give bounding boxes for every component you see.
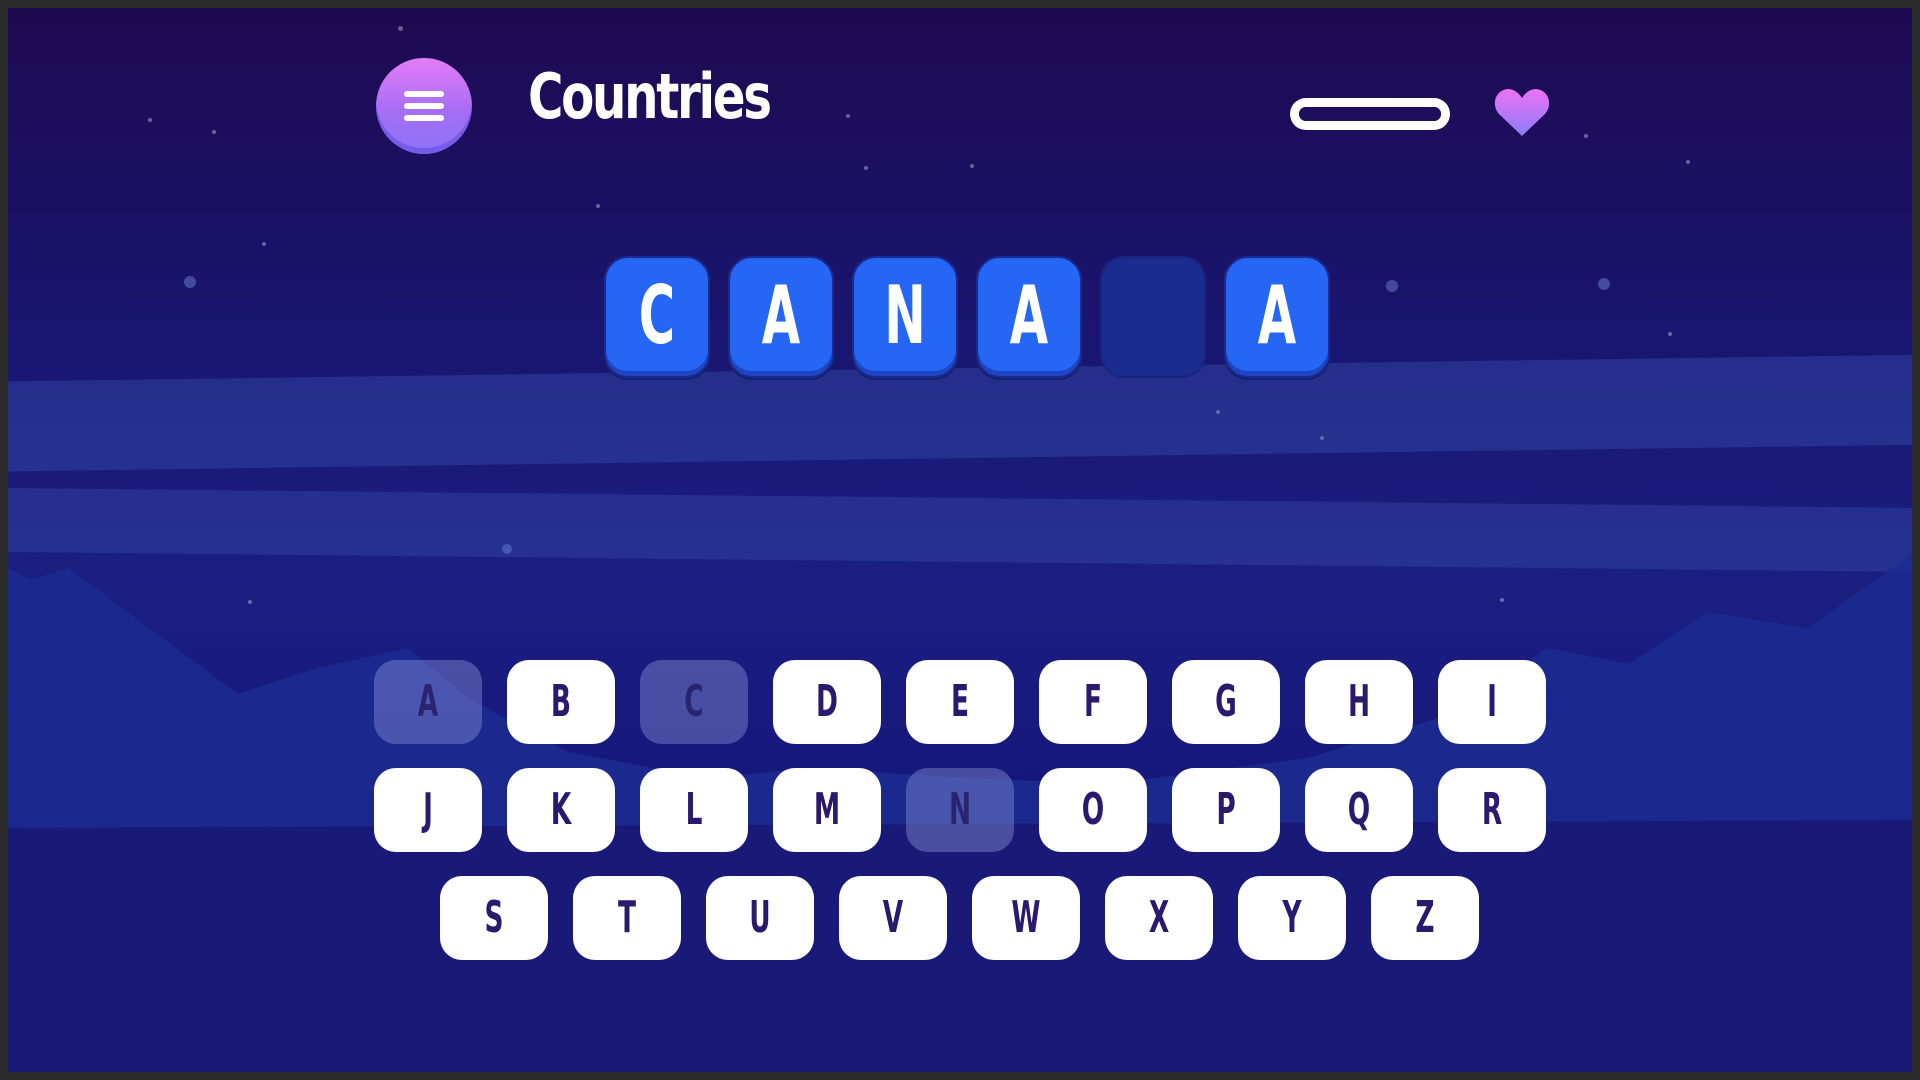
key-g[interactable]: G: [1172, 660, 1280, 744]
letter-tile: C: [604, 256, 710, 378]
key-label: Q: [1347, 784, 1371, 835]
key-j[interactable]: J: [374, 768, 482, 852]
lives-progress-bar: [1290, 98, 1450, 130]
lives-progress-track: [1299, 107, 1441, 121]
key-x[interactable]: X: [1105, 876, 1213, 960]
key-y[interactable]: Y: [1238, 876, 1346, 960]
key-label: X: [1148, 892, 1170, 943]
key-label: A: [417, 676, 439, 727]
key-p[interactable]: P: [1172, 768, 1280, 852]
letter-tile-char: A: [1009, 269, 1049, 362]
letter-tile-char: C: [638, 269, 676, 362]
key-i[interactable]: I: [1438, 660, 1546, 744]
hamburger-menu-icon: [404, 103, 444, 109]
key-v[interactable]: V: [839, 876, 947, 960]
game-screen: Countries CANAA ABCDEFGHIJKLMNOPQRSTUVWX…: [8, 8, 1912, 1072]
key-label: H: [1347, 676, 1371, 727]
key-label: K: [550, 784, 572, 835]
letter-tile: N: [852, 256, 958, 378]
letter-tile-empty: [1100, 256, 1206, 378]
key-q[interactable]: Q: [1305, 768, 1413, 852]
lives-progress-fill: [1299, 107, 1441, 121]
key-label: E: [950, 676, 970, 727]
key-r[interactable]: R: [1438, 768, 1546, 852]
key-h[interactable]: H: [1305, 660, 1413, 744]
key-label: Z: [1415, 892, 1435, 943]
mountain-silhouette: [8, 554, 1912, 1072]
key-label: P: [1216, 784, 1236, 835]
key-label: D: [816, 676, 838, 727]
key-label: R: [1481, 784, 1503, 835]
key-label: T: [617, 892, 636, 943]
key-k[interactable]: K: [507, 768, 615, 852]
hamburger-menu-icon: [404, 115, 444, 121]
key-label: G: [1215, 676, 1237, 727]
key-u[interactable]: U: [706, 876, 814, 960]
key-label: C: [684, 676, 704, 727]
key-e[interactable]: E: [906, 660, 1014, 744]
key-l[interactable]: L: [640, 768, 748, 852]
key-label: U: [749, 892, 771, 943]
key-a-used: A: [374, 660, 482, 744]
key-label: J: [423, 784, 433, 835]
letter-tile-char: A: [761, 269, 801, 362]
key-label: I: [1487, 676, 1497, 727]
key-w[interactable]: W: [972, 876, 1080, 960]
key-label: B: [550, 676, 572, 727]
key-c-used: C: [640, 660, 748, 744]
letter-tile-char: N: [884, 269, 926, 362]
letter-tile: A: [728, 256, 834, 378]
key-label: S: [484, 892, 504, 943]
letter-tile: A: [976, 256, 1082, 378]
hamburger-menu-icon: [404, 91, 444, 97]
key-label: O: [1081, 784, 1105, 835]
key-t[interactable]: T: [573, 876, 681, 960]
key-label: L: [685, 784, 703, 835]
letter-tile-char: A: [1257, 269, 1297, 362]
key-label: Y: [1282, 892, 1302, 943]
key-label: F: [1083, 676, 1103, 727]
key-z[interactable]: Z: [1371, 876, 1479, 960]
key-b[interactable]: B: [507, 660, 615, 744]
key-f[interactable]: F: [1039, 660, 1147, 744]
key-label: N: [948, 784, 972, 835]
key-s[interactable]: S: [440, 876, 548, 960]
key-label: M: [813, 784, 841, 835]
category-title: Countries: [528, 60, 772, 133]
heart-icon: [1494, 89, 1550, 136]
key-label: V: [882, 892, 904, 943]
key-d[interactable]: D: [773, 660, 881, 744]
key-m[interactable]: M: [773, 768, 881, 852]
key-o[interactable]: O: [1039, 768, 1147, 852]
menu-button[interactable]: [376, 58, 472, 154]
letter-tile: A: [1224, 256, 1330, 378]
key-n-used: N: [906, 768, 1014, 852]
key-label: W: [1011, 892, 1041, 943]
